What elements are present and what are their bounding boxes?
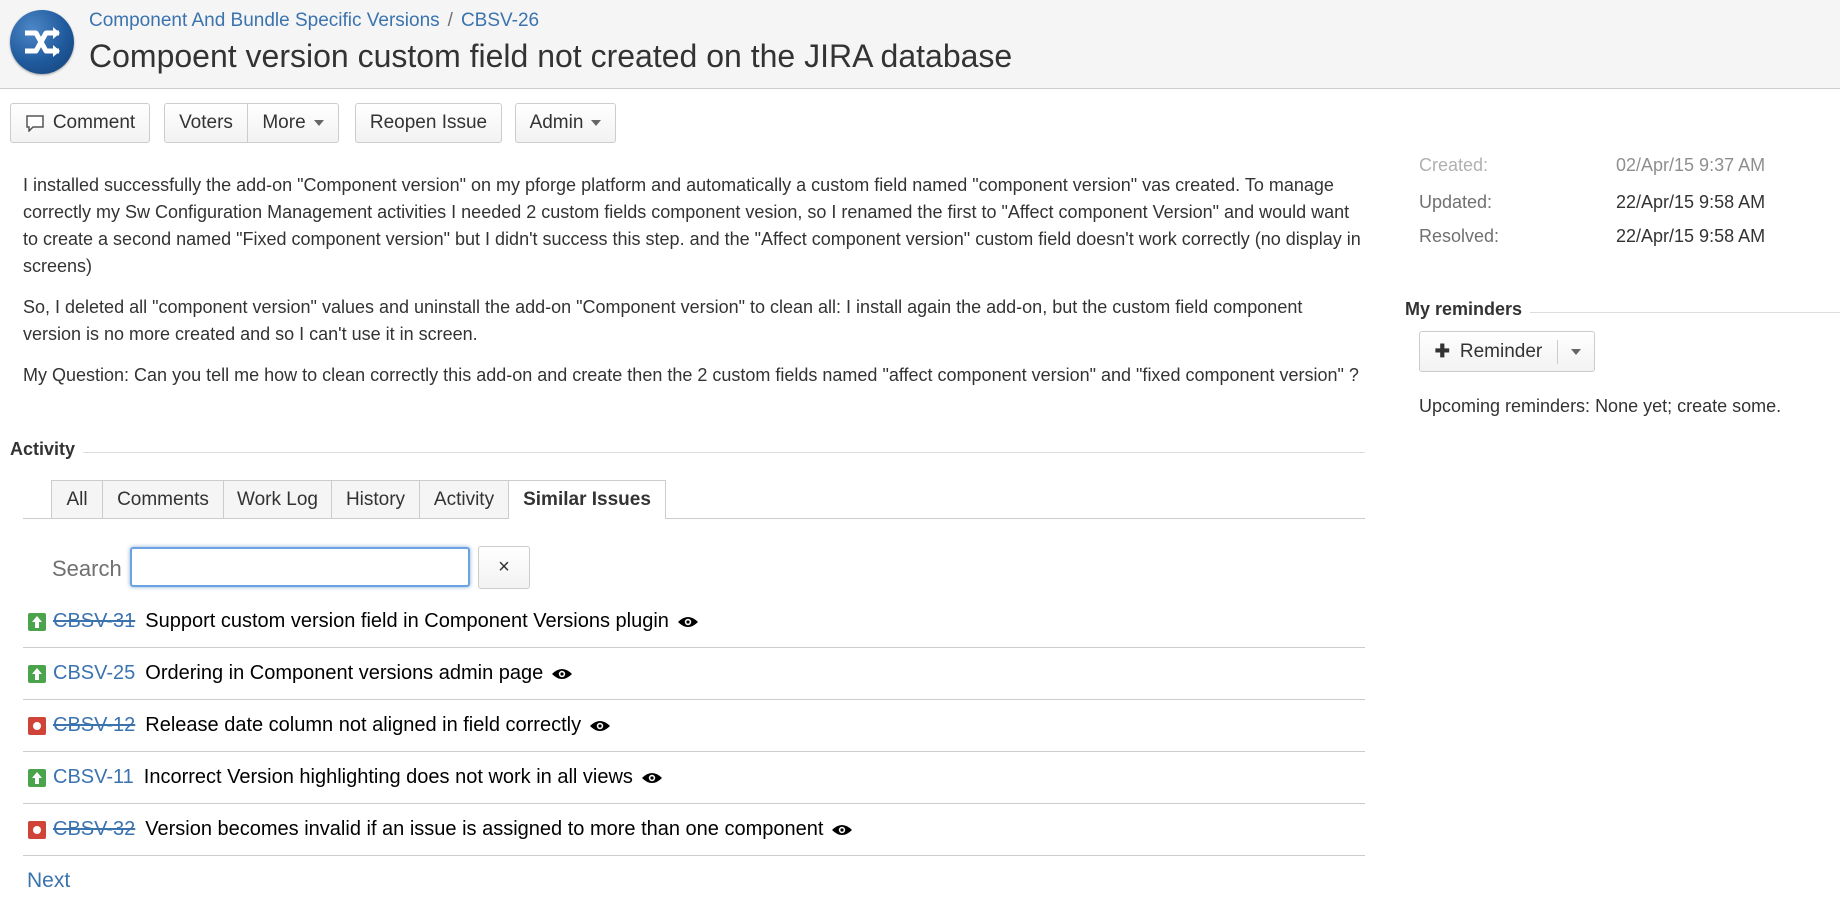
activity-tabs: All Comments Work Log History Activity S… — [23, 480, 1365, 519]
activity-heading: Activity — [10, 439, 1365, 465]
issue-description: I installed successfully the add-on "Com… — [23, 172, 1363, 403]
issue-summary: Release date column not aligned in field… — [145, 714, 582, 736]
resolved-label: Resolved: — [1419, 226, 1500, 246]
issue-title: Compoent version custom field not create… — [89, 38, 1013, 74]
watch-eye-icon[interactable] — [589, 719, 611, 733]
issue-key-link[interactable]: CBSV-31 — [53, 610, 135, 633]
reminders-heading: My reminders — [1405, 299, 1840, 325]
improvement-icon — [28, 768, 46, 787]
tab-activity[interactable]: Activity — [419, 480, 509, 518]
issue-key-link[interactable]: CBSV-11 — [53, 766, 134, 789]
voters-button-label: Voters — [179, 112, 233, 133]
admin-button-label: Admin — [529, 112, 584, 133]
created-label: Created: — [1419, 155, 1489, 175]
watch-eye-icon[interactable] — [677, 615, 699, 629]
more-dropdown-button[interactable]: More — [247, 103, 339, 143]
next-page-link[interactable]: Next — [27, 869, 70, 893]
plus-icon: ✚ — [1434, 341, 1450, 361]
improvement-icon — [28, 664, 46, 683]
tab-similar-issues[interactable]: Similar Issues — [508, 480, 666, 519]
reminders-heading-label: My reminders — [1405, 299, 1531, 319]
reminder-button-label: Reminder — [1459, 340, 1543, 362]
reminder-split-button: ✚ Reminder — [1419, 331, 1595, 372]
project-logo-icon[interactable] — [10, 10, 74, 74]
comment-button-label: Comment — [52, 112, 136, 133]
divider — [10, 452, 1365, 453]
breadcrumb-project-link[interactable]: Component And Bundle Specific Versions — [89, 10, 440, 31]
updated-value: 22/Apr/15 9:58 AM — [1616, 192, 1766, 212]
bug-icon — [28, 820, 46, 839]
list-item: CBSV-32 Version becomes invalid if an is… — [23, 804, 1365, 856]
issue-summary: Version becomes invalid if an issue is a… — [145, 818, 824, 840]
tab-work-log[interactable]: Work Log — [223, 480, 332, 518]
list-item: CBSV-11 Incorrect Version highlighting d… — [23, 752, 1365, 804]
similar-issues-list: CBSV-31 Support custom version field in … — [23, 596, 1365, 856]
comment-button[interactable]: Comment — [10, 103, 150, 143]
watch-eye-icon[interactable] — [551, 667, 573, 681]
tab-all[interactable]: All — [51, 480, 103, 518]
breadcrumb-separator: / — [447, 10, 453, 31]
tab-comments[interactable]: Comments — [102, 480, 224, 518]
comment-icon — [26, 115, 44, 132]
list-item: CBSV-25 Ordering in Component versions a… — [23, 648, 1365, 700]
reminder-dropdown-button[interactable] — [1558, 332, 1594, 371]
reopen-button-label: Reopen Issue — [369, 112, 488, 133]
activity-heading-label: Activity — [10, 439, 84, 459]
description-paragraph-2: So, I deleted all "component version" va… — [23, 297, 1303, 344]
issue-header: Component And Bundle Specific Versions / C… — [0, 0, 1840, 89]
tab-history[interactable]: History — [331, 480, 420, 518]
search-label: Search — [52, 556, 122, 581]
list-item: CBSV-31 Support custom version field in … — [23, 596, 1365, 648]
more-button-label: More — [262, 112, 306, 133]
chevron-down-icon — [313, 120, 324, 126]
voters-button[interactable]: Voters — [164, 103, 248, 143]
issue-summary: Incorrect Version highlighting does not … — [143, 766, 633, 788]
similar-issues-search-input[interactable] — [130, 547, 470, 587]
created-value: 02/Apr/15 9:37 AM — [1616, 155, 1766, 175]
bug-icon — [28, 716, 46, 735]
list-item: CBSV-12 Release date column not aligned … — [23, 700, 1365, 752]
watch-eye-icon[interactable] — [641, 771, 663, 785]
close-icon: × — [498, 556, 510, 578]
issue-key-link[interactable]: CBSV-32 — [53, 818, 135, 841]
description-paragraph-1: I installed successfully the add-on "Com… — [23, 175, 1361, 276]
description-paragraph-3: My Question: Can you tell me how to clea… — [23, 365, 1359, 385]
issue-summary: Support custom version field in Componen… — [145, 610, 669, 632]
chevron-down-icon — [591, 120, 602, 126]
improvement-icon — [28, 612, 46, 631]
issue-key-link[interactable]: CBSV-12 — [53, 714, 135, 737]
issue-summary: Ordering in Component versions admin pag… — [145, 662, 544, 684]
breadcrumb-issue-link[interactable]: CBSV-26 — [461, 10, 539, 31]
breadcrumb: Component And Bundle Specific Versions / C… — [89, 10, 539, 32]
clear-search-button[interactable]: × — [478, 546, 530, 589]
watch-eye-icon[interactable] — [831, 823, 853, 837]
updated-label: Updated: — [1419, 192, 1493, 212]
reopen-issue-button[interactable]: Reopen Issue — [355, 103, 502, 143]
issue-key-link[interactable]: CBSV-25 — [53, 662, 135, 685]
add-reminder-button[interactable]: ✚ Reminder — [1420, 332, 1557, 371]
admin-dropdown-button[interactable]: Admin — [515, 103, 616, 143]
upcoming-reminders-text: Upcoming reminders: None yet; create som… — [1419, 396, 1782, 416]
chevron-down-icon — [1571, 348, 1581, 355]
resolved-value: 22/Apr/15 9:58 AM — [1616, 226, 1766, 246]
